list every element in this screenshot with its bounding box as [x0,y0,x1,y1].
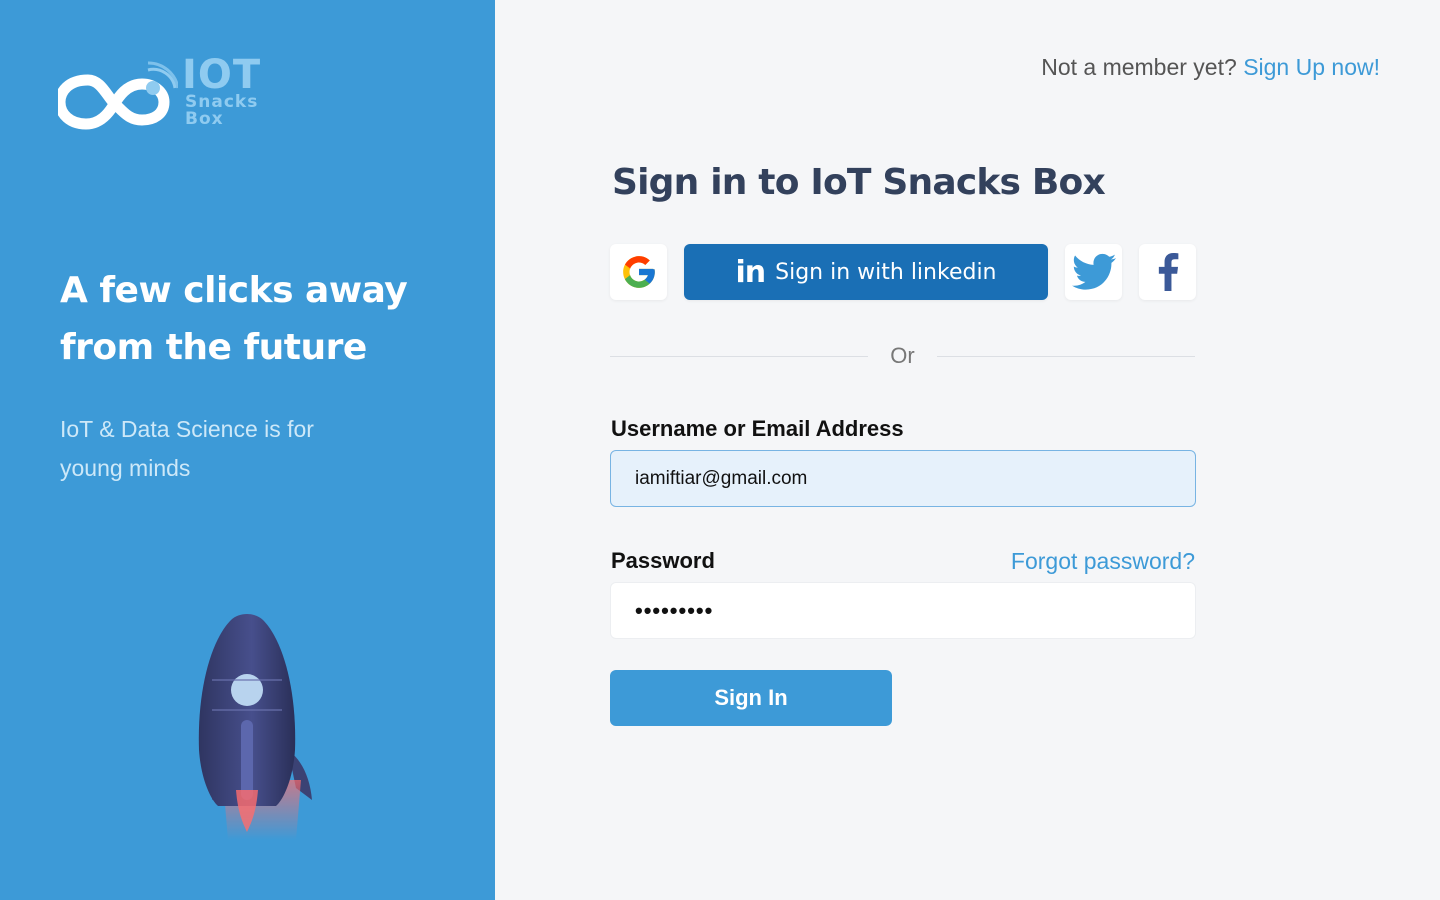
hero-tagline: A few clicks away from the future [60,262,440,376]
linkedin-signin-label: Sign in with linkedin [775,259,997,285]
signup-prompt-text: Not a member yet? [1041,54,1237,80]
linkedin-icon: in [735,254,766,290]
rocket-illustration [198,614,312,840]
divider-or-text: Or [890,343,915,368]
password-label: Password [611,548,715,573]
tagline-line-2: from the future [60,327,367,368]
subtitle-line-2: young minds [60,455,191,481]
twitter-icon [1071,253,1116,290]
signup-prompt: Not a member yet? Sign Up now! [1041,54,1380,81]
signup-link[interactable]: Sign Up now! [1243,54,1380,80]
hero-subtitle: IoT & Data Science is for young minds [60,410,380,488]
divider-left [610,356,868,357]
forgot-password-link[interactable]: Forgot password? [1011,548,1195,575]
divider-right [937,356,1195,357]
signin-button[interactable]: Sign In [610,670,892,726]
logo-snacks: Snacks [185,92,259,112]
username-input[interactable]: iamiftiar@gmail.com [610,450,1196,507]
subtitle-line-1: IoT & Data Science is for [60,416,314,442]
brand-logo[interactable]: IOT Snacks Box [54,52,268,134]
page-title: Sign in to IoT Snacks Box [612,162,1106,203]
left-panel: IOT Snacks Box A few clicks away from th… [0,0,495,900]
google-signin-button[interactable] [610,244,667,300]
twitter-signin-button[interactable] [1065,244,1122,300]
infinity-logo-icon [54,61,180,130]
google-icon [622,256,655,288]
logo-box: Box [185,109,224,129]
username-label: Username or Email Address [611,416,904,441]
facebook-signin-button[interactable] [1139,244,1196,300]
facebook-icon [1158,253,1178,291]
tagline-line-1: A few clicks away [60,270,408,311]
password-input[interactable]: ••••••••• [610,582,1196,639]
linkedin-signin-button[interactable]: in Sign in with linkedin [684,244,1048,300]
